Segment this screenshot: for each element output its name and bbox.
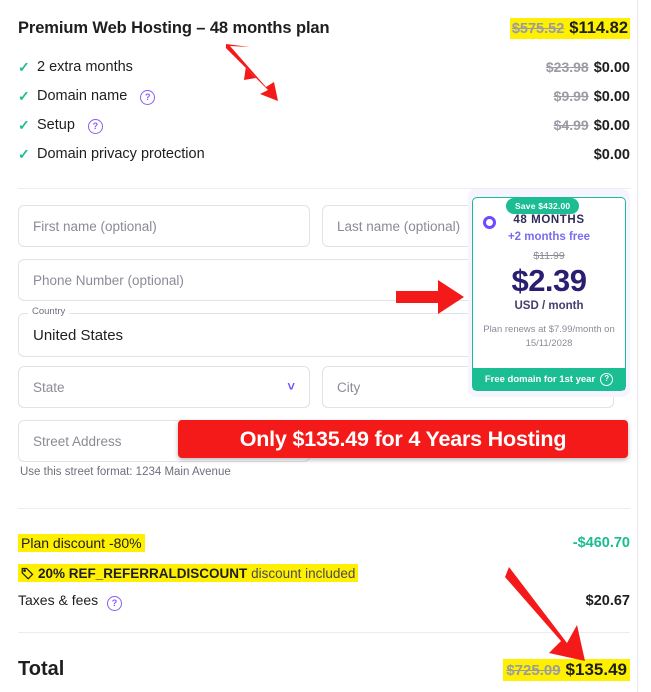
chevron-down-icon[interactable]: ˅ xyxy=(287,379,295,394)
feature-price-group: $4.99 $0.00 xyxy=(554,117,630,134)
feature-label: 2 extra months xyxy=(37,59,133,75)
table-row: ✓ Setup ? $4.99 $0.00 xyxy=(18,112,630,138)
plan-old-price: $11.99 xyxy=(533,250,565,262)
checkout-page: Premium Web Hosting – 48 months plan $57… xyxy=(0,0,651,692)
tag-icon xyxy=(21,567,34,583)
promo-code: REF_REFERRALDISCOUNT xyxy=(68,566,248,581)
page-gutter xyxy=(637,0,651,692)
header-current-price: $114.82 xyxy=(569,19,628,37)
feature-original-price: $23.98 xyxy=(545,58,589,75)
feature-price-group: $23.98 $0.00 xyxy=(546,59,630,76)
divider xyxy=(18,508,630,509)
check-icon: ✓ xyxy=(18,117,30,133)
promo-percent: 20% xyxy=(38,566,66,581)
taxes-label-group: Taxes & fees ? xyxy=(18,592,123,611)
feature-label: Domain privacy protection xyxy=(37,146,205,162)
plan-period: USD / month xyxy=(514,300,584,312)
state-select[interactable]: State ˅ xyxy=(18,366,310,408)
feature-original-price: $9.99 xyxy=(553,87,589,104)
check-icon: ✓ xyxy=(18,146,30,162)
feature-price: $0.00 xyxy=(593,117,630,134)
feature-price-group: $9.99 $0.00 xyxy=(554,88,630,105)
total-label: Total xyxy=(18,658,65,680)
feature-original-price: $4.99 xyxy=(553,116,589,133)
free-domain-label: Free domain for 1st year xyxy=(484,373,596,385)
check-icon: ✓ xyxy=(18,59,30,75)
help-icon[interactable]: ? xyxy=(600,372,614,386)
plan-duration: 48 MONTHS xyxy=(513,214,585,226)
header-original-price: $575.52 xyxy=(511,21,565,37)
plan-discount-row: Plan discount -80% -$460.70 xyxy=(18,534,630,552)
feature-label: Domain name xyxy=(37,88,128,104)
arrow-up-left-icon xyxy=(224,44,278,101)
promo-suffix: discount included xyxy=(251,566,356,581)
arrow-down-right-icon xyxy=(505,567,585,661)
first-name-input[interactable]: First name (optional) xyxy=(18,205,310,247)
promo-annotation-banner: Only $135.49 for 4 Years Hosting xyxy=(178,420,628,458)
taxes-label: Taxes & fees xyxy=(18,592,99,608)
page-title: Premium Web Hosting – 48 months plan xyxy=(18,19,330,37)
table-row: ✓ 2 extra months $23.98 $0.00 xyxy=(18,54,630,80)
feature-price: $0.00 xyxy=(593,59,630,76)
plan-renewal-note: Plan renews at $7.99/month on 15/11/2028 xyxy=(483,324,615,349)
header-price-group: $575.52 $114.82 xyxy=(509,18,630,39)
arrow-right-icon xyxy=(396,280,464,314)
check-icon: ✓ xyxy=(18,88,30,104)
promo-code-text: 20% REF_REFERRALDISCOUNT discount includ… xyxy=(18,564,359,583)
feature-price: $0.00 xyxy=(593,88,630,105)
plan-price: $2.39 xyxy=(511,263,587,298)
street-format-hint: Use this street format: 1234 Main Avenue xyxy=(20,466,231,478)
plan-bonus: +2 months free xyxy=(507,231,591,243)
table-row: ✓ Domain privacy protection $0.00 xyxy=(18,141,630,167)
help-icon[interactable]: ? xyxy=(140,89,156,105)
country-label: Country xyxy=(28,306,70,317)
feature-price-group: $0.00 xyxy=(594,146,630,163)
save-badge: Save $432.00 xyxy=(506,198,580,214)
table-row: ✓ Domain name ? $9.99 $0.00 xyxy=(18,83,630,109)
order-header: Premium Web Hosting – 48 months plan $57… xyxy=(18,18,630,39)
feature-label: Setup xyxy=(37,117,75,133)
help-icon[interactable]: ? xyxy=(107,596,123,611)
country-value: United States xyxy=(33,326,124,344)
plan-discount-label: Plan discount -80% xyxy=(18,534,145,552)
help-icon[interactable]: ? xyxy=(87,118,103,134)
plan-discount-value: -$460.70 xyxy=(572,535,630,551)
state-placeholder: State xyxy=(33,379,65,395)
feature-price: $0.00 xyxy=(593,146,630,163)
plan-free-domain-footer: Free domain for 1st year ? xyxy=(473,368,625,390)
